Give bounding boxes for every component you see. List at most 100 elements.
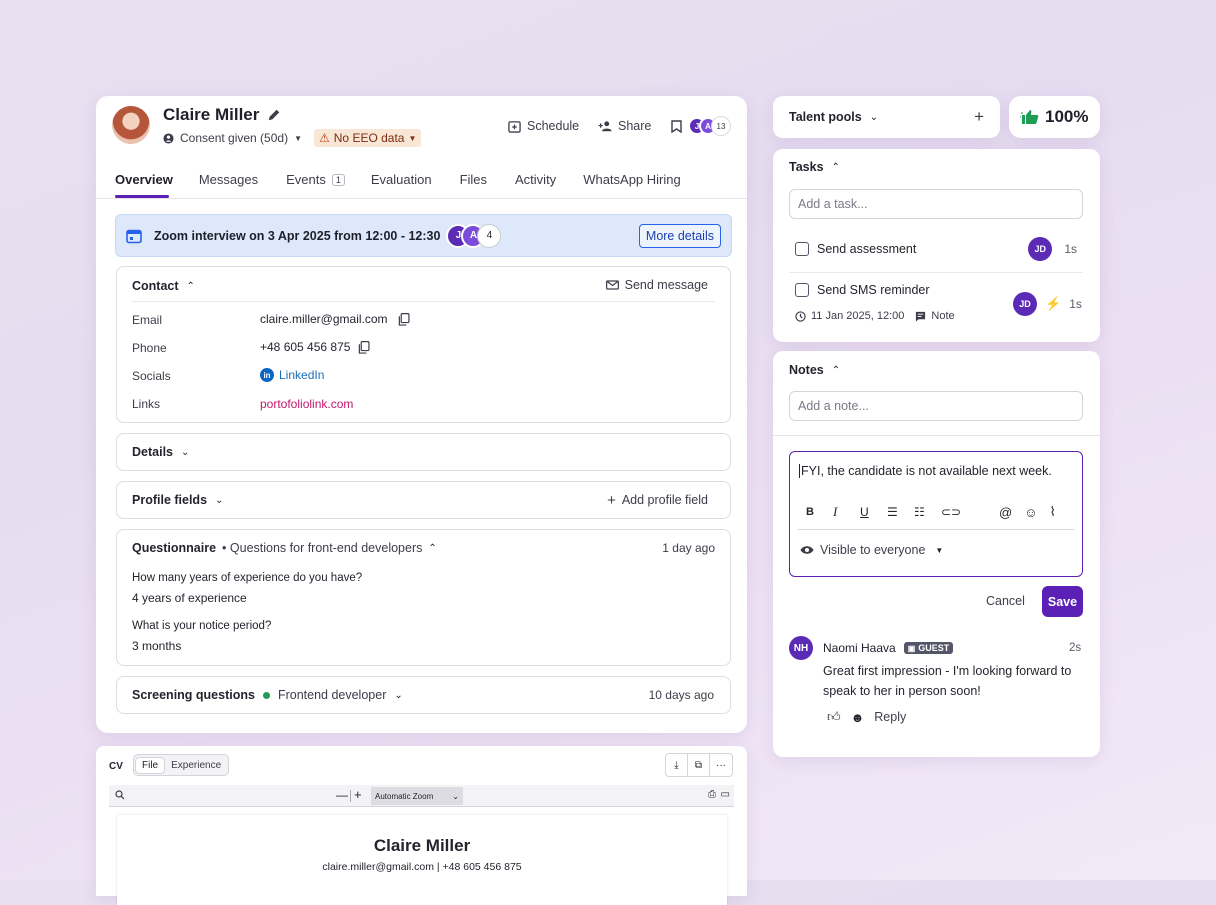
editor-divider	[798, 529, 1074, 530]
bold-icon[interactable]: B	[806, 506, 833, 518]
bullet-list-icon[interactable]: ☰	[887, 505, 914, 519]
tab-overview[interactable]: Overview	[115, 172, 173, 187]
add-task-input[interactable]: Add a task...	[789, 189, 1083, 219]
tab-evaluation[interactable]: Evaluation	[371, 172, 432, 187]
interview-text: Zoom interview on 3 Apr 2025 from 12:00 …	[154, 228, 441, 243]
copy-icon[interactable]	[358, 340, 370, 354]
reply-button[interactable]: Reply	[874, 710, 906, 724]
task-note[interactable]: Note	[931, 310, 954, 322]
cancel-button[interactable]: Cancel	[986, 594, 1025, 608]
attachment-icon[interactable]: ⌇	[1049, 504, 1055, 520]
notes-title[interactable]: Notes	[789, 363, 824, 377]
italic-icon[interactable]: I	[833, 504, 860, 520]
visibility-select[interactable]: Visible to everyone ▼	[800, 543, 943, 557]
share-button[interactable]: Share	[598, 119, 651, 133]
save-button[interactable]: Save	[1042, 586, 1083, 617]
task-checkbox[interactable]	[795, 283, 809, 297]
numbered-list-icon[interactable]: ☷	[914, 505, 941, 519]
add-talent-pool-icon[interactable]: +	[974, 107, 984, 127]
chevron-up-icon[interactable]: ⌃	[832, 162, 840, 173]
portfolio-link[interactable]: portofoliolink.com	[260, 397, 353, 411]
tab-events[interactable]: Events	[286, 172, 326, 187]
score-value: 100%	[1045, 107, 1089, 126]
linkedin-link[interactable]: LinkedIn	[279, 368, 324, 382]
tab-activity[interactable]: Activity	[515, 172, 556, 187]
talent-pools-title[interactable]: Talent pools	[789, 110, 862, 124]
zoom-in-icon[interactable]: +	[354, 787, 362, 802]
email-value[interactable]: claire.miller@gmail.com	[260, 312, 388, 326]
events-count-badge: 1	[331, 173, 345, 186]
more-details-button[interactable]: More details	[638, 223, 721, 248]
watchers[interactable]: J A 13	[688, 116, 731, 136]
details-section[interactable]: Details ⌄	[116, 433, 731, 471]
chevron-up-icon[interactable]: ⌃	[832, 365, 840, 376]
tasks-title[interactable]: Tasks	[789, 160, 824, 174]
download-icon[interactable]: ⤓	[666, 754, 688, 776]
phone-value[interactable]: +48 605 456 875	[260, 340, 350, 354]
task-checkbox[interactable]	[795, 242, 809, 256]
tab-messages[interactable]: Messages	[199, 172, 258, 187]
task-label[interactable]: Send assessment	[817, 242, 916, 256]
chevron-down-icon[interactable]: ⌄	[215, 495, 223, 506]
eeo-badge[interactable]: ⚠ No EEO data ▼	[314, 129, 422, 147]
tab-files[interactable]: Files	[460, 172, 487, 187]
chevron-down-icon[interactable]: ⌄	[870, 112, 878, 123]
search-icon[interactable]	[115, 790, 125, 800]
assignee-avatar: JD	[1013, 292, 1037, 316]
add-reaction-icon[interactable]: ☻	[851, 710, 865, 725]
add-profile-field-button[interactable]: + Add profile field	[607, 492, 708, 509]
add-note-input[interactable]: Add a note...	[789, 391, 1083, 421]
answer-text: 3 months	[132, 639, 182, 653]
contact-title[interactable]: Contact	[132, 279, 179, 293]
underline-icon[interactable]: U	[860, 505, 887, 519]
link-icon[interactable]: ⊂⊃	[941, 505, 968, 519]
note-editor[interactable]: FYI, the candidate is not available next…	[789, 451, 1083, 577]
chevron-up-icon[interactable]: ⌃	[428, 543, 436, 554]
file-tab[interactable]: File	[135, 756, 166, 774]
edit-icon[interactable]	[267, 108, 281, 122]
mention-icon[interactable]: @	[999, 505, 1012, 520]
status-dot	[262, 691, 270, 699]
external-link-icon[interactable]: ⧉	[688, 754, 710, 776]
chevron-up-icon[interactable]: ⌃	[187, 281, 195, 292]
links-label: Links	[132, 397, 161, 411]
schedule-button[interactable]: Schedule	[508, 119, 579, 133]
copy-icon[interactable]	[398, 312, 410, 326]
calendar-icon	[126, 228, 142, 244]
emoji-icon[interactable]: ☺	[1024, 505, 1037, 520]
task-time: 1s	[1064, 242, 1077, 256]
task-divider	[789, 272, 1083, 273]
send-message-button[interactable]: Send message	[605, 278, 708, 292]
eeo-label: No EEO data	[333, 131, 405, 145]
candidate-name: Claire Miller	[163, 105, 260, 124]
add-person-icon	[598, 120, 612, 132]
contact-divider	[132, 301, 715, 302]
bookmark-icon[interactable]	[671, 120, 682, 133]
zoom-select[interactable]: Automatic Zoom ⌄	[371, 787, 463, 805]
interview-attendees[interactable]: J A 4	[446, 223, 502, 248]
questionnaire-section: Questionnaire • Questions for front-end …	[116, 529, 731, 666]
thumbs-up-icon[interactable]: 👍︎	[827, 709, 841, 725]
lightning-icon: ⚡	[1045, 296, 1062, 311]
profile-fields-title[interactable]: Profile fields	[132, 493, 207, 507]
tab-whatsapp-hiring[interactable]: WhatsApp Hiring	[583, 172, 681, 187]
print-icon[interactable]: ⎙	[708, 789, 716, 800]
zoom-out-icon[interactable]: —	[336, 788, 348, 802]
consent-status[interactable]: Consent given (50d)	[180, 131, 288, 145]
assignee-avatar: JD	[1028, 237, 1053, 261]
zoom-value: Automatic Zoom	[375, 791, 434, 801]
warning-icon: ⚠	[319, 131, 330, 145]
task-label[interactable]: Send SMS reminder	[817, 283, 930, 297]
task-item: Send assessment JD 1s	[795, 237, 1077, 261]
chevron-down-icon[interactable]: ▼	[294, 134, 302, 143]
questionnaire-title[interactable]: Questionnaire	[132, 541, 216, 555]
score-card: 100%	[1009, 96, 1100, 138]
experience-tab[interactable]: Experience	[165, 758, 227, 773]
screening-section[interactable]: Screening questions Frontend developer ⌄…	[116, 676, 731, 714]
chevron-down-icon: ▼	[935, 545, 944, 555]
save-file-icon[interactable]: ▭	[721, 789, 730, 800]
more-icon[interactable]: ···	[710, 754, 732, 776]
note-draft-text[interactable]: FYI, the candidate is not available next…	[799, 464, 1052, 478]
questionnaire-subtitle: • Questions for front-end developers	[222, 541, 423, 555]
formatting-toolbar: B I U ☰ ☷ ⊂⊃	[806, 504, 968, 520]
